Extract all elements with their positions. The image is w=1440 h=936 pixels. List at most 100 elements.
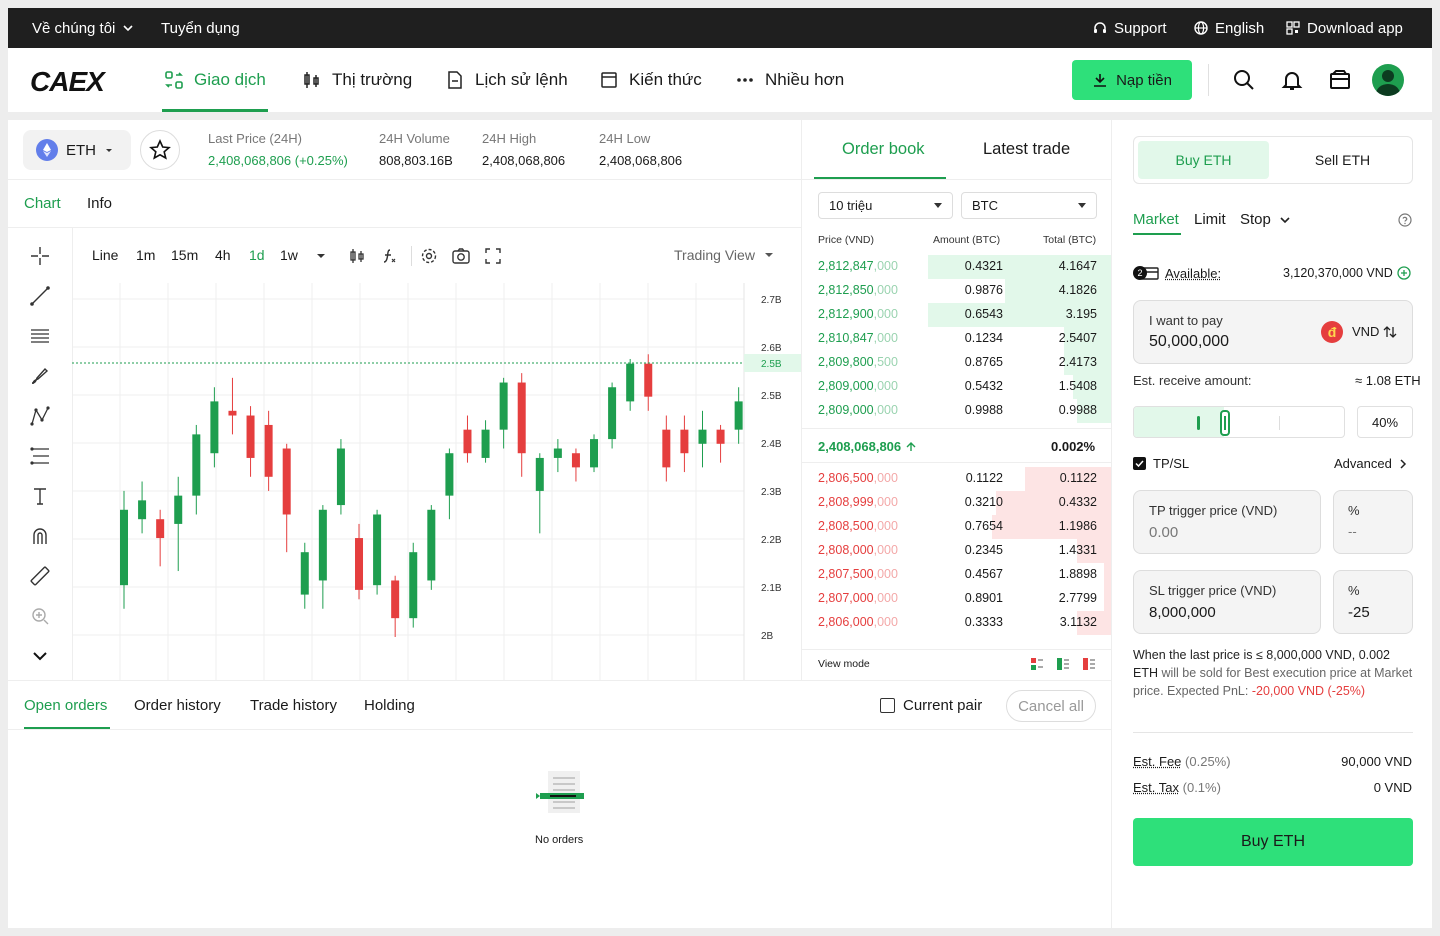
magnet-icon[interactable] (28, 524, 52, 548)
ask-row[interactable]: 2,806,500,000 0.1122 0.1122 (802, 467, 1112, 491)
advanced-link[interactable]: Advanced (1334, 456, 1408, 471)
ask-row[interactable]: 2,808,000,000 0.2345 1.4331 (802, 539, 1112, 563)
view-bids-icon[interactable] (1057, 658, 1069, 670)
view-selector[interactable]: Trading View (674, 247, 775, 263)
slider-handle[interactable] (1219, 410, 1230, 436)
order-type-stop[interactable]: Stop (1240, 211, 1291, 228)
interval-4h[interactable]: 4h (215, 247, 231, 263)
download-app-link[interactable]: Download app (1285, 8, 1403, 48)
zoom-in-icon[interactable] (28, 604, 52, 628)
wallet-icon[interactable] (1328, 68, 1352, 92)
add-circle-icon[interactable] (1397, 266, 1411, 280)
current-pair-filter[interactable]: Current pair (880, 697, 982, 714)
cancel-all-button[interactable]: Cancel all (1006, 690, 1096, 722)
sell-tab[interactable]: Sell ETH (1275, 141, 1410, 179)
brush-icon[interactable] (28, 364, 52, 388)
pay-amount-field[interactable]: I want to pay 50,000,000 đ VND (1133, 300, 1413, 364)
text-icon[interactable] (28, 484, 52, 508)
buy-submit-button[interactable]: Buy ETH (1133, 818, 1413, 866)
bid-row[interactable]: 2,809,800,500 0.8765 2.4173 (802, 351, 1112, 375)
sl-percent-field[interactable]: % -25 (1333, 570, 1413, 634)
tab-open-orders[interactable]: Open orders (24, 697, 107, 714)
order-type-market[interactable]: Market (1133, 211, 1179, 228)
bid-row[interactable]: 2,809,000,000 0.9988 0.9988 (802, 399, 1112, 423)
tab-trade-history[interactable]: Trade history (250, 697, 337, 714)
function-icon[interactable] (380, 247, 398, 265)
order-type-limit[interactable]: Limit (1194, 211, 1226, 228)
tab-holding[interactable]: Holding (364, 697, 415, 714)
tab-order-book[interactable]: Order book (842, 140, 925, 159)
favorite-button[interactable] (140, 130, 180, 170)
candle-body (210, 401, 219, 454)
bid-row[interactable]: 2,810,847,000 0.1234 2.5407 (802, 327, 1112, 351)
price-chart[interactable]: 2.7B 2.6B 2.5B 2.4B 2.3B 2.2B 2.1B 2B 2.5B (72, 283, 801, 680)
horizontal-lines-icon[interactable] (28, 324, 52, 348)
view-asks-icon[interactable] (1083, 658, 1095, 670)
amount-cell: 0.4321 (964, 259, 1003, 273)
candle-body (571, 453, 580, 468)
settings-gear-icon[interactable] (420, 247, 438, 265)
help-icon[interactable] (1398, 213, 1412, 227)
crosshair-icon[interactable] (28, 244, 52, 268)
y-tick-label: 2.7B (761, 295, 782, 306)
ask-row[interactable]: 2,807,500,000 0.4567 1.8898 (802, 563, 1112, 587)
about-menu[interactable]: Về chúng tôi (32, 8, 135, 48)
tab-latest-trade[interactable]: Latest trade (983, 140, 1070, 159)
search-icon[interactable] (1232, 68, 1256, 92)
ask-row[interactable]: 2,806,000,000 0.3333 3.1132 (802, 611, 1112, 635)
tpsl-toggle[interactable]: TP/SL (1133, 456, 1189, 471)
divider (1208, 64, 1209, 96)
ask-row[interactable]: 2,807,000,000 0.8901 2.7799 (802, 587, 1112, 611)
bid-row[interactable]: 2,812,850,000 0.9876 4.1826 (802, 279, 1112, 303)
pay-amount-input[interactable]: 50,000,000 (1149, 333, 1229, 351)
interval-15m[interactable]: 15m (171, 247, 198, 263)
nav-order-history[interactable]: Lịch sử lệnh (445, 48, 568, 112)
percent-slider[interactable] (1133, 406, 1345, 438)
interval-1w[interactable]: 1w (280, 247, 298, 263)
bid-row[interactable]: 2,812,847,000 0.4321 4.1647 (802, 255, 1112, 279)
tp-trigger-field[interactable]: TP trigger price (VND) 0.00 (1133, 490, 1321, 554)
avatar[interactable] (1372, 64, 1404, 96)
logo[interactable]: CAEX (30, 66, 105, 97)
percent-input[interactable]: 40% (1357, 406, 1413, 438)
nav-knowledge[interactable]: Kiến thức (599, 48, 702, 112)
currency-toggle[interactable]: VND (1352, 324, 1397, 339)
sl-trigger-field[interactable]: SL trigger price (VND) 8,000,000 (1133, 570, 1321, 634)
indicators-icon[interactable] (348, 247, 366, 265)
camera-icon[interactable] (451, 247, 471, 265)
tp-percent-field[interactable]: % -- (1333, 490, 1413, 554)
ask-row[interactable]: 2,808,999,000 0.3210 0.4332 (802, 491, 1112, 515)
deposit-button[interactable]: Nạp tiền (1072, 60, 1192, 100)
symbol-selector[interactable]: ETH (23, 130, 131, 170)
trend-line-icon[interactable] (28, 284, 52, 308)
careers-link[interactable]: Tuyển dụng (161, 8, 240, 48)
unit-select[interactable]: BTC (961, 192, 1097, 219)
chevron-down-icon[interactable] (28, 644, 52, 668)
current-pair-checkbox[interactable] (880, 698, 895, 713)
interval-1d[interactable]: 1d (249, 247, 265, 263)
caret-down-icon[interactable] (315, 251, 327, 261)
buy-tab[interactable]: Buy ETH (1138, 141, 1269, 179)
nav-more[interactable]: Nhiều hơn (735, 48, 844, 112)
fullscreen-icon[interactable] (484, 247, 502, 265)
pattern-icon[interactable] (28, 404, 52, 428)
support-link[interactable]: Support (1092, 8, 1167, 48)
group-select[interactable]: 10 triệu (818, 192, 953, 219)
language-selector[interactable]: English (1193, 8, 1264, 48)
bid-row[interactable]: 2,812,900,000 0.6543 3.195 (802, 303, 1112, 327)
interval-line[interactable]: Line (92, 247, 118, 263)
nav-trade[interactable]: Giao dịch (164, 48, 266, 112)
tab-chart[interactable]: Chart (24, 195, 61, 212)
tpsl-checkbox[interactable] (1133, 457, 1146, 470)
view-both-icon[interactable] (1031, 658, 1043, 670)
side-switch: Buy ETH Sell ETH (1133, 136, 1413, 184)
tab-info[interactable]: Info (87, 195, 112, 212)
fib-icon[interactable] (28, 444, 52, 468)
interval-1m[interactable]: 1m (136, 247, 155, 263)
bid-row[interactable]: 2,809,000,000 0.5432 1.5408 (802, 375, 1112, 399)
ruler-icon[interactable] (28, 564, 52, 588)
tab-order-history[interactable]: Order history (134, 697, 221, 714)
bell-icon[interactable] (1280, 68, 1304, 92)
ask-row[interactable]: 2,808,500,000 0.7654 1.1986 (802, 515, 1112, 539)
nav-market[interactable]: Thị trường (302, 48, 412, 112)
